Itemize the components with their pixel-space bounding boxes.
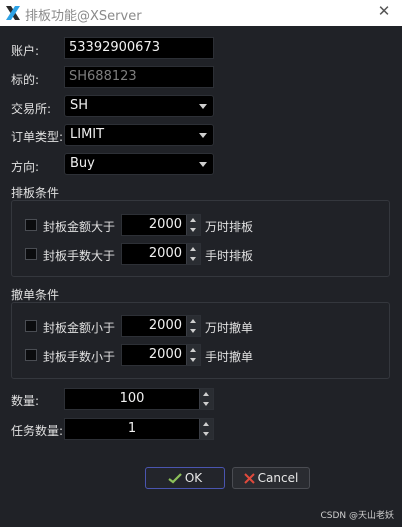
dialog-body: 账户: 53392900673 标的: SH688123 交易所: SH 订单类… <box>0 26 402 527</box>
arrow-up-icon[interactable] <box>190 247 196 251</box>
order-type-select[interactable]: LIMIT <box>64 124 214 146</box>
arrow-up-icon[interactable] <box>190 348 196 352</box>
arrow-down-icon[interactable] <box>203 402 209 406</box>
symbol-field: SH688123 <box>64 66 214 88</box>
direction-value: Buy <box>70 156 95 171</box>
direction-select[interactable]: Buy <box>64 153 214 175</box>
arrow-down-icon[interactable] <box>190 257 196 261</box>
title-bar: 排板功能@XServer ✕ <box>0 0 402 26</box>
cancel-button[interactable]: Cancel <box>232 467 310 489</box>
order-type-value: LIMIT <box>70 127 105 142</box>
arrow-up-icon[interactable] <box>190 218 196 222</box>
arrow-down-icon[interactable] <box>203 432 209 436</box>
quantity-label: 数量: <box>11 394 40 408</box>
cancel-amount-checkbox[interactable] <box>25 320 37 332</box>
stepper-buttons[interactable] <box>186 244 200 264</box>
cancel-lots-prefix: 封板手数小于 <box>43 350 116 364</box>
cancel-amount-prefix: 封板金额小于 <box>43 321 116 335</box>
queue-amount-prefix: 封板金额大于 <box>43 220 116 234</box>
exchange-label: 交易所: <box>11 102 52 116</box>
queue-lots-prefix: 封板手数大于 <box>43 249 116 263</box>
arrow-down-icon[interactable] <box>190 358 196 362</box>
queue-amount-value: 2000 <box>148 217 182 232</box>
task-count-label: 任务数量: <box>11 424 64 438</box>
quantity-stepper[interactable]: 100 <box>64 388 214 410</box>
exchange-value: SH <box>70 98 89 113</box>
stepper-buttons[interactable] <box>186 316 200 336</box>
arrow-down-icon[interactable] <box>190 329 196 333</box>
cancel-lots-value: 2000 <box>148 347 182 362</box>
cancel-amount-stepper[interactable]: 2000 <box>121 315 201 337</box>
ok-label: OK <box>184 471 203 485</box>
queue-amount-stepper[interactable]: 2000 <box>121 214 201 236</box>
cancel-conditions-title: 撤单条件 <box>11 288 60 302</box>
task-count-stepper[interactable]: 1 <box>64 418 214 440</box>
chevron-down-icon <box>199 133 207 138</box>
stepper-buttons[interactable] <box>186 345 200 365</box>
window-title: 排板功能@XServer <box>25 9 142 24</box>
order-type-label: 订单类型: <box>11 130 64 144</box>
cancel-lots-suffix: 手时撤单 <box>205 350 254 364</box>
arrow-up-icon[interactable] <box>203 422 209 426</box>
stepper-buttons[interactable] <box>199 389 213 409</box>
x-app-icon <box>6 6 20 20</box>
queue-lots-value: 2000 <box>148 246 182 261</box>
cancel-label: Cancel <box>257 471 299 485</box>
arrow-up-icon[interactable] <box>203 392 209 396</box>
stepper-buttons[interactable] <box>199 419 213 439</box>
checkmark-icon <box>168 473 182 484</box>
queue-lots-suffix: 手时排板 <box>205 249 254 263</box>
chevron-down-icon <box>199 162 207 167</box>
cancel-amount-value: 2000 <box>148 318 182 333</box>
cancel-lots-checkbox[interactable] <box>25 349 37 361</box>
direction-label: 方向: <box>11 160 40 174</box>
cancel-conditions-group <box>11 302 390 379</box>
queue-amount-checkbox[interactable] <box>25 219 37 231</box>
queue-conditions-title: 排板条件 <box>11 186 60 200</box>
queue-lots-checkbox[interactable] <box>25 248 37 260</box>
task-count-value: 1 <box>127 421 137 436</box>
cancel-x-icon <box>243 473 255 484</box>
account-label: 账户: <box>11 44 40 58</box>
watermark: CSDN @天山老妖 <box>320 511 394 521</box>
symbol-label: 标的: <box>11 73 40 87</box>
quantity-value: 100 <box>119 391 145 406</box>
close-icon[interactable]: ✕ <box>376 3 392 19</box>
account-field[interactable]: 53392900673 <box>64 37 214 59</box>
stepper-buttons[interactable] <box>186 215 200 235</box>
exchange-select[interactable]: SH <box>64 95 214 117</box>
queue-conditions-group <box>11 200 390 277</box>
arrow-down-icon[interactable] <box>190 228 196 232</box>
chevron-down-icon <box>199 104 207 109</box>
arrow-up-icon[interactable] <box>190 319 196 323</box>
queue-lots-stepper[interactable]: 2000 <box>121 243 201 265</box>
cancel-amount-suffix: 万时撤单 <box>205 321 254 335</box>
cancel-lots-stepper[interactable]: 2000 <box>121 344 201 366</box>
queue-amount-suffix: 万时排板 <box>205 220 254 234</box>
ok-button[interactable]: OK <box>145 467 225 489</box>
